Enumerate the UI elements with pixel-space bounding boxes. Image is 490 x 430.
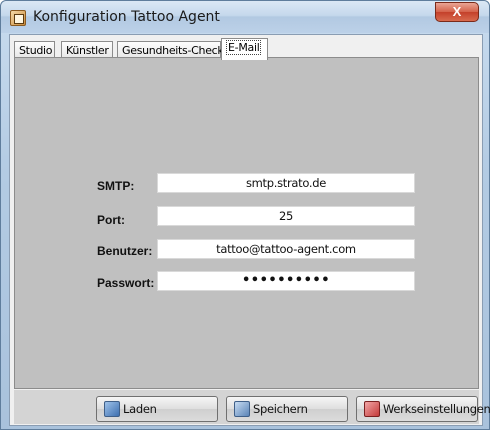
app-icon: [10, 10, 26, 26]
reset-button[interactable]: Werkseinstellungen: [356, 396, 490, 422]
reset-button-label: Werkseinstellungen: [383, 402, 490, 416]
port-label: Port:: [97, 213, 125, 227]
save-icon: [234, 401, 250, 417]
user-label: Benutzer:: [97, 244, 153, 258]
password-label: Passwort:: [97, 276, 155, 290]
load-button[interactable]: Laden: [96, 396, 218, 422]
tab-label: Künstler: [66, 44, 109, 57]
config-window: Konfiguration Tattoo Agent X Studio Küns…: [0, 0, 490, 430]
email-settings-panel: SMTP: smtp.strato.de Port: 25 Benutzer: …: [14, 57, 479, 389]
port-input[interactable]: 25: [157, 206, 415, 226]
button-bar: Laden Speichern Werkseinstellungen: [14, 390, 490, 424]
password-input[interactable]: ••••••••••: [157, 271, 415, 291]
save-button[interactable]: Speichern: [226, 396, 348, 422]
user-input[interactable]: tattoo@tattoo-agent.com: [157, 239, 415, 259]
smtp-input[interactable]: smtp.strato.de: [157, 173, 415, 193]
window-title: Konfiguration Tattoo Agent: [33, 9, 220, 25]
smtp-label: SMTP:: [97, 179, 135, 193]
load-button-label: Laden: [123, 402, 157, 416]
tab-label: Studio: [19, 44, 53, 57]
title-bar[interactable]: Konfiguration Tattoo Agent X: [1, 1, 489, 33]
tab-label: E-Mail: [226, 40, 262, 55]
window-client-area: Studio Künstler Gesundheits-Check E-Mail…: [9, 34, 490, 426]
load-icon: [104, 401, 120, 417]
tab-email[interactable]: E-Mail: [221, 38, 268, 60]
close-button[interactable]: X: [435, 2, 479, 22]
save-button-label: Speichern: [253, 402, 308, 416]
tab-label: Gesundheits-Check: [122, 44, 224, 57]
reset-icon: [364, 401, 380, 417]
